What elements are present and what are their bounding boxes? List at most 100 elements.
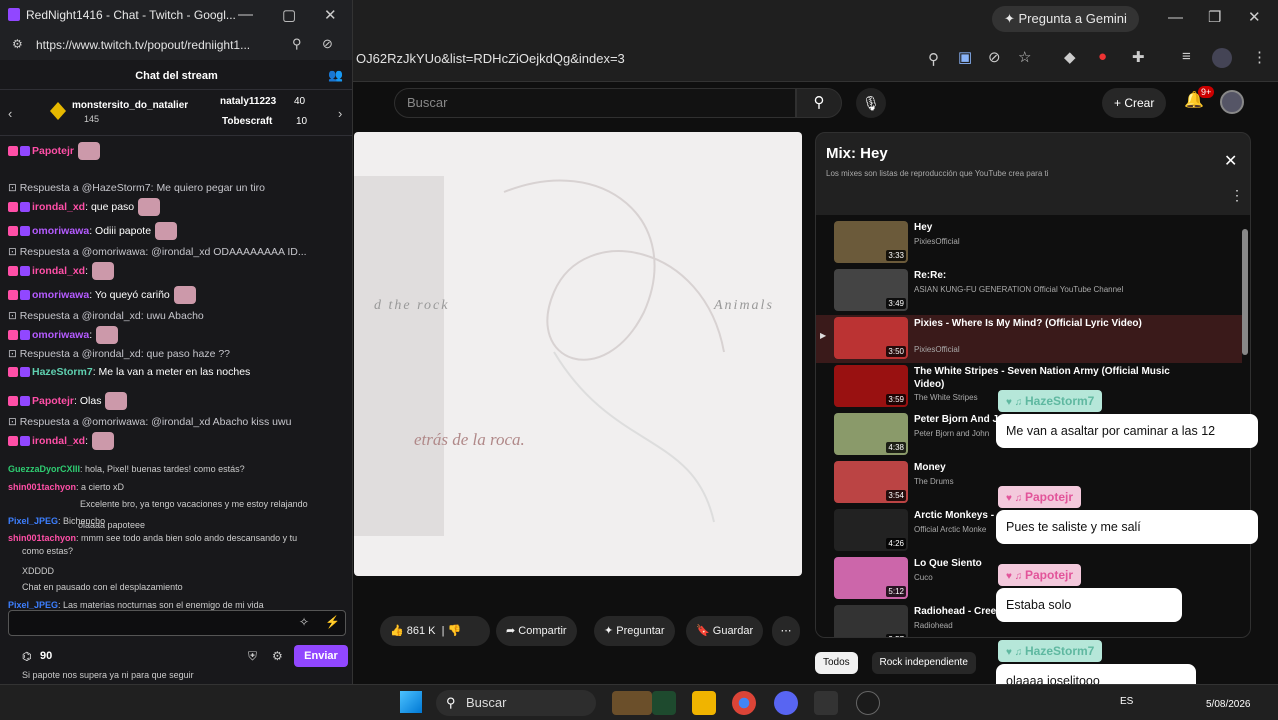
chat-input[interactable]: ✧ ⚡ bbox=[8, 610, 346, 636]
voice-search-button[interactable]: 🎙 bbox=[856, 88, 886, 118]
filter-chip[interactable]: Todos bbox=[815, 652, 858, 674]
language-indicator[interactable]: ES bbox=[1120, 696, 1133, 707]
sub-badge-icon bbox=[20, 146, 30, 156]
share-button[interactable]: ➦ Compartir bbox=[496, 616, 577, 646]
chat-username[interactable]: HazeStorm7 bbox=[32, 366, 93, 378]
chat-username[interactable]: irondal_xd bbox=[32, 201, 85, 213]
profile-avatar[interactable] bbox=[1212, 48, 1232, 68]
users-icon[interactable]: 👥 bbox=[328, 68, 343, 82]
chat-message: Papotejr bbox=[8, 142, 101, 160]
media-icon[interactable]: ≡ bbox=[1182, 48, 1191, 65]
chat-username[interactable]: omoriwawa bbox=[32, 329, 89, 341]
puzzle-icon[interactable]: ✚ bbox=[1132, 48, 1145, 66]
taskbar-date[interactable]: 5/08/2026 bbox=[1206, 699, 1251, 710]
more-button[interactable]: ⋯ bbox=[772, 616, 800, 646]
playlist-scrollbar[interactable] bbox=[1242, 229, 1248, 355]
send-button[interactable]: Enviar bbox=[294, 645, 348, 667]
save-button[interactable]: 🔖 Guardar bbox=[686, 616, 764, 646]
eye-off-icon[interactable]: ⊘ bbox=[322, 36, 333, 52]
filter-chip[interactable]: Rock independiente bbox=[871, 652, 976, 674]
chat-username[interactable]: omoriwawa bbox=[32, 289, 89, 301]
video-title[interactable]: Hey bbox=[914, 221, 1184, 234]
emote-icon[interactable]: ✧ bbox=[299, 615, 309, 629]
steam-icon[interactable] bbox=[856, 691, 880, 715]
minimize-icon[interactable]: — bbox=[238, 6, 253, 23]
chrome-icon[interactable] bbox=[732, 691, 756, 715]
chat-username[interactable]: irondal_xd bbox=[32, 435, 85, 447]
chat-username[interactable]: omoriwawa bbox=[32, 225, 89, 237]
close-icon[interactable]: ✕ bbox=[1248, 8, 1261, 26]
ghost-chat-message: XDDDD bbox=[22, 566, 54, 576]
playlist-close-icon[interactable]: ✕ bbox=[1224, 151, 1237, 171]
menu-dots-icon[interactable]: ⋮ bbox=[1252, 48, 1267, 66]
chat-username[interactable]: irondal_xd bbox=[32, 265, 85, 277]
league-app-icon[interactable] bbox=[652, 691, 676, 715]
create-button[interactable]: + Crear bbox=[1102, 88, 1167, 118]
adblock-icon[interactable]: ● bbox=[1098, 48, 1107, 65]
video-title[interactable]: Pixies - Where Is My Mind? (Official Lyr… bbox=[914, 317, 1184, 330]
url-text[interactable]: OJ62RzJkYUo&list=RDHcZiOejkdQg&index=3 bbox=[356, 51, 625, 66]
site-settings-icon[interactable]: ⚙ bbox=[12, 37, 23, 51]
twitch-chat-window: RedNight1416 - Chat - Twitch - Googl... … bbox=[0, 0, 353, 684]
like-button[interactable]: 👍 861 K | 👎 bbox=[380, 616, 490, 646]
bookmark-star-icon[interactable]: ☆ bbox=[1018, 48, 1031, 66]
video-thumbnail[interactable]: 3:49 bbox=[834, 269, 908, 311]
channel-points-icon[interactable]: ⌬ bbox=[22, 650, 32, 663]
video-title[interactable]: The White Stripes - Seven Nation Army (O… bbox=[914, 365, 1184, 391]
minimize-icon[interactable]: — bbox=[1168, 9, 1183, 26]
chat-message: irondal_xd: que paso bbox=[8, 198, 161, 216]
heart-badge-icon bbox=[8, 226, 18, 236]
video-thumbnail[interactable]: 3:33 bbox=[834, 221, 908, 263]
chat-settings-icon[interactable]: ⚙ bbox=[272, 649, 283, 663]
chat-username[interactable]: Papotejr bbox=[32, 395, 74, 407]
search-input[interactable]: Buscar bbox=[394, 88, 796, 118]
video-thumbnail[interactable]: 4:38 bbox=[834, 413, 908, 455]
widgets-icon[interactable] bbox=[612, 691, 652, 715]
file-explorer-icon[interactable] bbox=[692, 691, 716, 715]
video-thumbnail[interactable]: 3:59 bbox=[834, 365, 908, 407]
video-thumbnail[interactable]: 5:12 bbox=[834, 557, 908, 599]
search-button[interactable]: ⚲ bbox=[796, 88, 842, 118]
taskbar-search[interactable]: Buscar bbox=[436, 690, 596, 716]
chat-text: : bbox=[89, 328, 93, 341]
playlist-menu-icon[interactable]: ⋮ bbox=[1230, 187, 1244, 204]
cast-icon[interactable]: ▣ bbox=[958, 48, 972, 66]
zoom-icon[interactable]: ⚲ bbox=[928, 50, 939, 68]
twitch-url-bar[interactable]: ⚙ https://www.twitch.tv/popout/redniight… bbox=[0, 30, 352, 60]
video-player[interactable]: d the rock Animals etrás de la roca. bbox=[354, 132, 802, 576]
chevron-right-icon[interactable]: › bbox=[338, 106, 342, 121]
maximize-icon[interactable]: ▢ bbox=[282, 6, 296, 24]
ask-button[interactable]: ✦ Preguntar bbox=[594, 616, 675, 646]
video-thumbnail[interactable]: 3:50 bbox=[834, 317, 908, 359]
twitch-url[interactable]: https://www.twitch.tv/popout/redniight1.… bbox=[36, 38, 250, 52]
close-icon[interactable]: ✕ bbox=[324, 6, 337, 24]
chat-username[interactable]: Papotejr bbox=[32, 145, 74, 157]
windows-start-icon[interactable] bbox=[400, 691, 422, 713]
video-title[interactable]: Money bbox=[914, 461, 1184, 474]
playlist-item[interactable]: 3:33 Hey PixiesOfficial bbox=[816, 219, 1242, 267]
playlist-item[interactable]: ▶ 3:50 Pixies - Where Is My Mind? (Officia… bbox=[816, 315, 1242, 363]
overlay-username: ♥ ♫ Papotejr bbox=[998, 486, 1082, 508]
maximize-icon[interactable]: ❐ bbox=[1208, 8, 1221, 26]
chrome-address-bar[interactable]: OJ62RzJkYUo&list=RDHcZiOejkdQg&index=3 ⚲… bbox=[352, 36, 1278, 82]
video-thumbnail[interactable]: 3:54 bbox=[834, 461, 908, 503]
leaderboard: ‹ monstersito_do_natalier 145 nataly1122… bbox=[0, 92, 352, 136]
extension-icon[interactable]: ◆ bbox=[1064, 48, 1076, 66]
trophy-icon bbox=[50, 102, 66, 120]
discord-icon[interactable] bbox=[774, 691, 798, 715]
zoom-icon[interactable]: ⚲ bbox=[292, 36, 302, 52]
emote-image bbox=[173, 286, 196, 304]
now-playing-icon: ▶ bbox=[820, 331, 827, 340]
user-avatar[interactable] bbox=[1220, 90, 1244, 114]
ghost-chat-message: shin001tachyon: a cierto xD bbox=[8, 482, 124, 492]
video-title[interactable]: Re:Re: bbox=[914, 269, 1184, 282]
video-thumbnail[interactable]: 3:57 bbox=[834, 605, 908, 637]
chevron-left-icon[interactable]: ‹ bbox=[8, 106, 12, 121]
shield-icon[interactable]: ⛨ bbox=[248, 649, 257, 664]
eye-off-icon[interactable]: ⊘ bbox=[988, 48, 1001, 66]
bits-icon[interactable]: ⚡ bbox=[325, 615, 340, 629]
epic-games-icon[interactable] bbox=[814, 691, 838, 715]
video-thumbnail[interactable]: 4:26 bbox=[834, 509, 908, 551]
gemini-button[interactable]: ✦ Pregunta a Gemini bbox=[992, 6, 1139, 32]
playlist-item[interactable]: 3:49 Re:Re: ASIAN KUNG-FU GENERATION Offic… bbox=[816, 267, 1242, 315]
